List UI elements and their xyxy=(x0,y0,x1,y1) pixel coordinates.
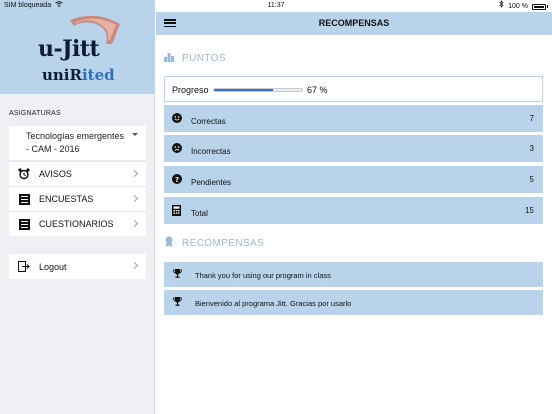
total-label: Total xyxy=(191,209,208,218)
incorrectas-value: 3 xyxy=(529,144,534,153)
battery-text: 100 % xyxy=(508,2,528,10)
total-row: Total 15 xyxy=(164,197,543,224)
battery-tip xyxy=(547,5,548,8)
reward-item[interactable]: Bienvenido al programa Jitt. Gracias por… xyxy=(164,290,543,315)
logout-icon xyxy=(18,261,30,273)
chevron-right-icon xyxy=(130,261,139,270)
puntos-title: PUNTOS xyxy=(182,53,226,64)
calculator-icon xyxy=(172,205,182,216)
correctas-value: 7 xyxy=(529,114,534,123)
incorrectas-label: Incorrectas xyxy=(191,147,231,156)
list-icon xyxy=(18,218,30,230)
incorrectas-row: Incorrectas 3 xyxy=(164,135,543,162)
sidebar-menu: AVISOS ENCUESTAS CUESTIONARIOS xyxy=(9,161,146,236)
bar-chart-icon xyxy=(164,52,174,65)
puntos-header: PUNTOS xyxy=(164,52,226,65)
frown-icon xyxy=(172,143,182,153)
recompensas-title: RECOMPENSAS xyxy=(182,237,265,249)
sidebar-item-label: ENCUESTAS xyxy=(39,194,94,204)
total-value: 15 xyxy=(525,206,534,215)
sidebar-item-label: AVISOS xyxy=(39,169,72,179)
reward-text: Bienvenido al programa Jitt. Gracias por… xyxy=(195,299,352,308)
navbar: RECOMPENSAS xyxy=(156,12,552,35)
progress-fill xyxy=(214,89,273,91)
pendientes-label: Pendientes xyxy=(191,178,232,187)
reward-item[interactable]: Thank you for using our program in class xyxy=(164,262,543,287)
battery-icon xyxy=(532,3,546,10)
logout-label: Logout xyxy=(39,261,67,272)
alarm-clock-icon xyxy=(18,168,30,180)
course-select[interactable]: Tecnologías emergentes - CAM - 2016 xyxy=(9,126,146,160)
sidebar-item-encuestas[interactable]: ENCUESTAS xyxy=(9,186,146,211)
logout-menu: Logout xyxy=(9,254,146,279)
logo-subtitle: uniRited xyxy=(42,66,115,84)
correctas-label: Correctas xyxy=(191,117,226,126)
pendientes-row: ? Pendientes 5 xyxy=(164,166,543,193)
pendientes-value: 5 xyxy=(529,175,534,184)
page-title: RECOMPENSAS xyxy=(318,18,390,28)
chevron-down-icon xyxy=(132,133,138,136)
sidebar-item-cuestionarios[interactable]: CUESTIONARIOS xyxy=(9,211,146,236)
trophy-icon xyxy=(173,269,182,278)
award-icon xyxy=(164,236,174,250)
logo-title: u-Jitt xyxy=(38,36,100,62)
sidebar-item-avisos[interactable]: AVISOS xyxy=(9,161,146,186)
progress-bar xyxy=(213,88,303,92)
progress-percent: 67 % xyxy=(307,85,328,95)
progress-row: Progreso 67 % xyxy=(164,76,543,102)
list-icon xyxy=(18,193,30,205)
question-icon: ? xyxy=(172,174,182,184)
reward-text: Thank you for using our program in class xyxy=(195,271,331,280)
chevron-right-icon xyxy=(130,219,139,228)
logout-button[interactable]: Logout xyxy=(9,254,146,279)
progress-label: Progreso xyxy=(172,85,209,95)
sidebar: u-Jitt uniRited ASIGNATURAS Tecnologías … xyxy=(0,0,155,414)
clock: 11:37 xyxy=(267,2,285,9)
smile-icon xyxy=(172,113,182,123)
section-title: ASIGNATURAS xyxy=(9,110,61,117)
chevron-right-icon xyxy=(130,194,139,203)
logo-area: u-Jitt uniRited xyxy=(0,0,155,94)
sidebar-item-label: CUESTIONARIOS xyxy=(39,219,114,229)
trophy-icon xyxy=(173,297,182,306)
correctas-row: Correctas 7 xyxy=(164,105,543,132)
bluetooth-icon xyxy=(499,0,504,13)
status-bar: SIM bloqueada 11:37 100 % xyxy=(0,0,552,12)
course-select-value: Tecnologías emergentes - CAM - 2016 xyxy=(26,131,125,154)
recompensas-header: RECOMPENSAS xyxy=(164,236,264,250)
svg-text:?: ? xyxy=(175,176,179,184)
chevron-right-icon xyxy=(130,169,139,178)
